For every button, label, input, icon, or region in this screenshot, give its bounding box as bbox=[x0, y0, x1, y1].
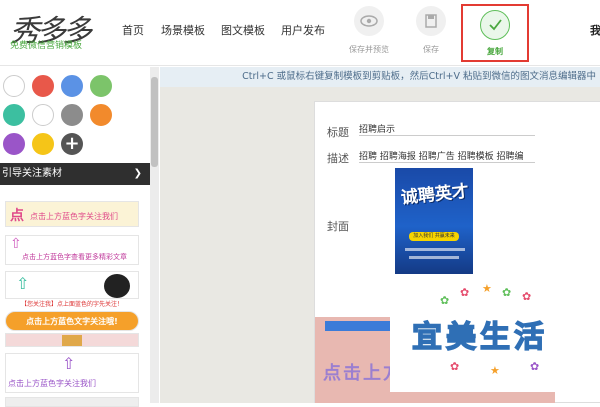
section-title: 引导关注素材 bbox=[2, 168, 62, 179]
template-item[interactable] bbox=[5, 333, 139, 347]
copy-button[interactable]: 复制 bbox=[461, 4, 529, 62]
flower-icon: ✿ bbox=[530, 360, 540, 373]
template-text: 点击上方蓝色字关注我们 bbox=[8, 379, 96, 388]
copy-hint: Ctrl+C 或鼠标右键复制模板到剪贴板，然后Ctrl+V 粘贴到微信的图文消息… bbox=[160, 67, 600, 87]
title-field[interactable]: 招聘启示 bbox=[359, 122, 535, 136]
color-swatch[interactable] bbox=[90, 104, 112, 126]
save-icon bbox=[416, 6, 446, 36]
cover-button: 加入我们 共赢未来 bbox=[409, 232, 459, 241]
color-swatch[interactable] bbox=[61, 75, 83, 97]
template-text: 点击上方蓝色字查看更多精彩文章 bbox=[22, 253, 127, 261]
watermark-text: 宜美生活 bbox=[411, 319, 548, 356]
color-swatch[interactable] bbox=[3, 133, 25, 155]
eye-icon bbox=[354, 6, 384, 36]
flower-icon: ✿ bbox=[460, 286, 470, 299]
user-menu[interactable]: 我 bbox=[590, 22, 600, 38]
template-item[interactable]: ⇧ 点击上方蓝色字关注我们 bbox=[5, 353, 139, 393]
cover-title: 诚聘英才 bbox=[400, 181, 470, 209]
scrollbar-thumb[interactable] bbox=[151, 77, 158, 167]
color-swatch[interactable] bbox=[32, 133, 54, 155]
nav-scene-templates[interactable]: 场景模板 bbox=[161, 22, 205, 38]
cover-label: 封面 bbox=[327, 220, 349, 233]
template-item[interactable]: 【您关注我】点上面蓝色的字先关注！ bbox=[5, 299, 139, 309]
flower-icon: ★ bbox=[482, 282, 492, 295]
template-mark: 点 bbox=[10, 208, 24, 224]
description-field[interactable]: 招聘 招聘海报 招聘广告 招聘模板 招聘编 bbox=[359, 149, 535, 163]
add-color-icon[interactable]: + bbox=[61, 133, 83, 155]
chevron-down-icon: ❯ bbox=[133, 168, 142, 179]
save-label: 保存 bbox=[423, 45, 439, 54]
cover-text-line bbox=[405, 248, 465, 251]
template-text: 点击上方蓝色字关注我们 bbox=[30, 212, 118, 221]
flower-icon: ✿ bbox=[522, 290, 532, 303]
flower-icon: ★ bbox=[490, 364, 500, 377]
color-swatch[interactable] bbox=[3, 104, 25, 126]
watermark-logo: ✿ ★ ✿ ✿ ✿ 宜美生活 ✿ ★ ✿ bbox=[390, 280, 600, 392]
title-label: 标题 bbox=[327, 126, 349, 139]
color-swatch[interactable] bbox=[90, 75, 112, 97]
site-logo[interactable]: 秀多多 免费微信营销模板 bbox=[6, 4, 102, 60]
color-swatch[interactable] bbox=[61, 104, 83, 126]
top-bar: 秀多多 免费微信营销模板 首页 场景模板 图文模板 用户发布 保存并预览 保存 … bbox=[0, 0, 600, 66]
nav-home[interactable]: 首页 bbox=[122, 22, 144, 38]
color-swatch[interactable] bbox=[32, 75, 54, 97]
cover-text-line bbox=[409, 256, 459, 259]
cover-image[interactable]: 诚聘英才 加入我们 共赢未来 bbox=[395, 168, 473, 274]
save-preview-button[interactable]: 保存并预览 bbox=[340, 6, 398, 58]
nav-article-templates[interactable]: 图文模板 bbox=[221, 22, 265, 38]
template-item[interactable]: 点击上方蓝色文字关注哦! bbox=[5, 311, 139, 331]
sidebar: + 引导关注素材 ❯ 点 点击上方蓝色字关注我们 ⇧ 点击上方蓝色字查看更多精彩… bbox=[0, 67, 150, 407]
owl-icon bbox=[104, 274, 130, 298]
template-item[interactable]: 点 点击上方蓝色字关注我们 bbox=[5, 201, 139, 227]
logo-subtitle: 免费微信营销模板 bbox=[10, 41, 83, 51]
section-header[interactable]: 引导关注素材 ❯ bbox=[0, 163, 150, 185]
copy-label: 复制 bbox=[487, 47, 503, 56]
template-item[interactable]: ⇧ bbox=[5, 271, 139, 299]
template-item[interactable] bbox=[5, 397, 139, 407]
save-preview-label: 保存并预览 bbox=[349, 45, 389, 54]
template-text: 点击上方蓝色文字关注哦! bbox=[26, 317, 118, 326]
arrow-up-icon: ⇧ bbox=[10, 236, 22, 252]
description-label: 描述 bbox=[327, 152, 349, 165]
color-swatch[interactable] bbox=[3, 75, 25, 97]
color-swatch[interactable] bbox=[32, 104, 54, 126]
flower-icon: ✿ bbox=[450, 360, 460, 373]
check-icon bbox=[480, 10, 510, 40]
flower-icon: ✿ bbox=[502, 286, 512, 299]
save-button[interactable]: 保存 bbox=[402, 6, 460, 58]
sidebar-scrollbar[interactable] bbox=[150, 67, 159, 403]
template-image bbox=[62, 335, 82, 346]
template-item[interactable]: ⇧ 点击上方蓝色字查看更多精彩文章 bbox=[5, 235, 139, 265]
nav-user-publish[interactable]: 用户发布 bbox=[281, 22, 325, 38]
flower-icon: ✿ bbox=[440, 294, 450, 307]
arrow-up-icon: ⇧ bbox=[16, 274, 30, 293]
template-text: 【您关注我】点上面蓝色的字先关注！ bbox=[20, 301, 123, 308]
arrow-up-icon: ⇧ bbox=[62, 354, 76, 373]
